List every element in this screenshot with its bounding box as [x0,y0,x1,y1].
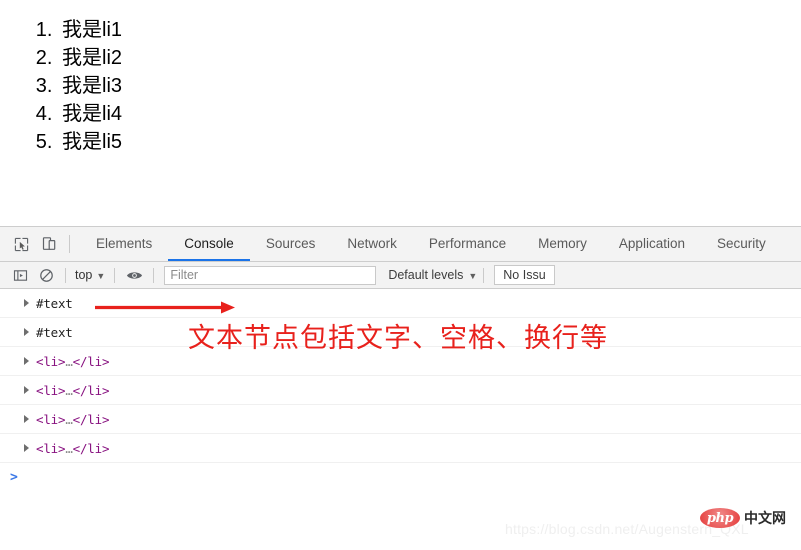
console-row-li-4[interactable]: <li>…</li> [0,434,801,463]
log-levels-label: Default levels [388,268,464,282]
chevron-down-icon: ▼ [96,270,106,281]
ellipsis: … [65,440,73,456]
inspect-element-button[interactable] [7,227,35,261]
open-tag: <li> [36,382,66,398]
open-tag: <li> [36,440,66,456]
prompt-chevron-icon: > [10,469,18,485]
php-logo-badge: php [700,508,740,528]
clear-console-icon [39,268,53,282]
tab-application[interactable]: Application [603,227,701,261]
execution-context-label: top [75,268,93,282]
list-item: 我是li4 [58,100,801,128]
list-item-label: 我是li1 [62,19,123,41]
ellipsis: … [65,382,73,398]
list-item: 我是li1 [58,16,801,44]
expand-triangle-icon[interactable] [24,299,29,307]
tab-network[interactable]: Network [331,227,413,261]
list-item: 我是li2 [58,44,801,72]
list-item-label: 我是li3 [62,75,123,97]
console-toolbar-divider-2 [114,267,116,283]
tab-security[interactable]: Security [701,227,782,261]
device-toolbar-icon [42,237,56,250]
console-message-element: <li>…</li> [36,383,109,398]
page-viewport: 我是li1 我是li2 我是li3 我是li4 我是li5 [0,0,801,226]
console-message-element: <li>…</li> [36,441,109,456]
ellipsis: … [65,353,73,369]
expand-triangle-icon[interactable] [24,444,29,452]
devtools-panel: Elements Console Sources Network Perform… [0,226,801,550]
tab-performance[interactable]: Performance [413,227,522,261]
tab-memory[interactable]: Memory [522,227,603,261]
console-row-li-2[interactable]: <li>…</li> [0,376,801,405]
close-tag: </li> [72,382,110,398]
list-item: 我是li5 [58,128,801,156]
php-logo-suffix: 中文网 [744,511,786,527]
annotation-text: 文本节点包括文字、空格、换行等 [188,323,608,354]
expand-triangle-icon[interactable] [24,328,29,336]
execution-context-selector[interactable]: top ▼ [72,268,108,282]
expand-triangle-icon[interactable] [24,415,29,423]
console-toolbar-divider [65,267,66,283]
close-tag: </li> [72,411,110,427]
console-toolbar: top ▼ Default levels ▼ No Issu [0,262,801,289]
device-toolbar-button[interactable] [35,227,63,261]
clear-console-button[interactable] [33,264,59,286]
close-tag: </li> [72,440,110,456]
php-logo: php 中文网 [700,508,786,528]
issues-button[interactable]: No Issu [494,265,555,285]
ellipsis: … [65,411,73,427]
console-message-element: <li>…</li> [36,412,109,427]
console-row-text-node-1[interactable]: #text [0,289,801,318]
devtools-tab-list: Elements Console Sources Network Perform… [80,227,782,261]
tab-sources[interactable]: Sources [250,227,332,261]
open-tag: <li> [36,411,66,427]
tab-elements[interactable]: Elements [80,227,168,261]
console-toolbar-divider-4 [483,267,485,283]
tab-console[interactable]: Console [168,227,250,261]
list-item-label: 我是li4 [62,103,123,125]
console-prompt[interactable]: > [0,463,801,491]
expand-triangle-icon[interactable] [24,386,29,394]
console-toolbar-divider-3 [153,267,155,283]
php-logo-text: php [706,510,734,526]
console-message-text: #text [36,324,73,340]
console-message-text: #text [36,295,73,311]
open-tag: <li> [36,353,66,369]
list-item-label: 我是li2 [62,47,123,69]
live-expression-eye-icon [126,271,142,279]
filter-input[interactable] [164,265,377,285]
console-sidebar-icon [13,269,27,281]
live-expression-button[interactable] [121,264,147,286]
close-tag: </li> [72,353,110,369]
toolbar-divider [69,235,70,253]
devtools-tabbar: Elements Console Sources Network Perform… [0,227,801,262]
console-row-li-3[interactable]: <li>…</li> [0,405,801,434]
list-item-label: 我是li5 [62,131,123,153]
expand-triangle-icon[interactable] [24,357,29,365]
log-levels-selector[interactable]: Default levels ▼ [388,268,477,282]
inspect-element-icon [14,237,28,251]
list-item: 我是li3 [58,72,801,100]
ordered-list: 我是li1 我是li2 我是li3 我是li4 我是li5 [0,0,801,156]
console-sidebar-button[interactable] [7,264,33,286]
chevron-down-icon: ▼ [468,270,478,281]
console-message-element: <li>…</li> [36,354,109,369]
